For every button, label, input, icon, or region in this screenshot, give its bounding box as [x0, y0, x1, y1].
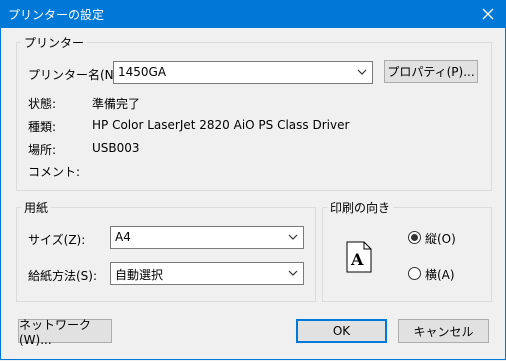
title-bar: プリンターの設定: [0, 0, 506, 28]
paper-size-label: サイズ(Z):: [28, 233, 86, 247]
chevron-down-icon: [357, 69, 367, 75]
location-label: 場所:: [28, 143, 57, 157]
page-orientation-icon: A: [346, 241, 372, 273]
printer-name-value: 1450GA: [118, 65, 167, 79]
paper-group-label: 用紙: [21, 199, 52, 216]
comment-label: コメント:: [28, 165, 81, 179]
cancel-button-label: キャンセル: [413, 324, 474, 339]
properties-button-label: プロパティ(P)...: [387, 65, 475, 79]
paper-size-value: A4: [115, 230, 131, 244]
cancel-button[interactable]: キャンセル: [398, 319, 489, 343]
portrait-radio[interactable]: [408, 231, 421, 244]
status-label: 状態:: [28, 97, 57, 111]
type-label: 種類:: [28, 120, 57, 134]
radio-selected-dot: [411, 234, 418, 241]
printer-group-label: プリンター: [21, 34, 88, 51]
page-orientation-glyph: A: [350, 250, 364, 269]
printer-name-label: プリンター名(N):: [28, 68, 123, 82]
chevron-down-icon: [288, 234, 298, 240]
chevron-down-icon: [288, 270, 298, 276]
network-button[interactable]: ネットワーク(W)...: [18, 318, 112, 347]
properties-button[interactable]: プロパティ(P)...: [384, 60, 478, 83]
close-button[interactable]: [470, 0, 506, 28]
orientation-group-label: 印刷の向き: [327, 199, 394, 216]
ok-button-label: OK: [332, 324, 351, 338]
status-value: 準備完了: [92, 97, 141, 111]
paper-source-select[interactable]: 自動選択: [110, 262, 304, 285]
paper-source-value: 自動選択: [115, 268, 164, 282]
portrait-label[interactable]: 縦(O): [425, 230, 456, 247]
network-button-label: ネットワーク(W)...: [19, 317, 92, 347]
window-title: プリンターの設定: [8, 8, 105, 22]
close-icon: [482, 8, 494, 20]
paper-source-label: 給紙方法(S):: [28, 269, 98, 283]
type-value: HP Color LaserJet 2820 AiO PS Class Driv…: [92, 118, 350, 132]
ok-button[interactable]: OK: [296, 319, 387, 343]
landscape-label[interactable]: 横(A): [425, 266, 455, 283]
paper-size-select[interactable]: A4: [110, 226, 304, 249]
paper-group: [16, 207, 316, 302]
landscape-radio[interactable]: [408, 267, 421, 280]
printer-name-select[interactable]: 1450GA: [113, 61, 373, 84]
location-value: USB003: [92, 141, 140, 155]
